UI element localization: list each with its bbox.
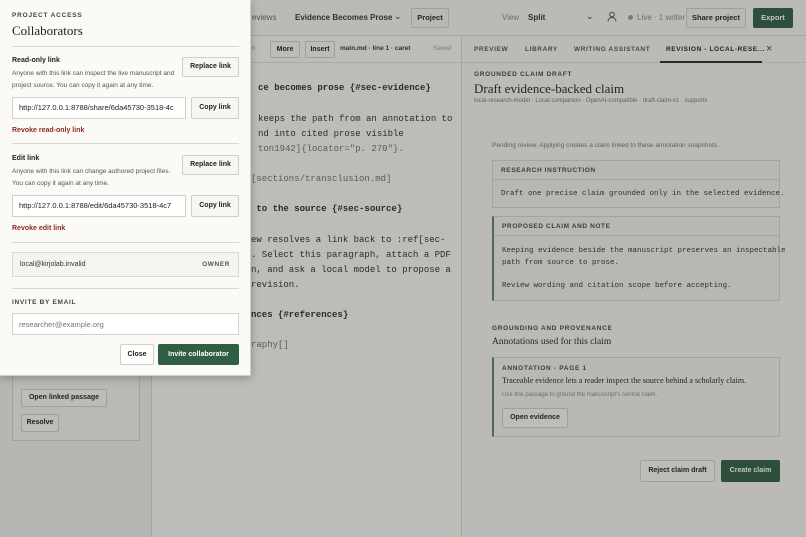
app-window: eviews Evidence Becomes Prose ⌄ Project …	[0, 0, 806, 537]
owner-email: local@kirjolab.invalid	[20, 261, 86, 268]
readonly-link-field[interactable]: http://127.0.0.1:8788/share/6da45730-351…	[12, 97, 186, 119]
invite-email-input[interactable]	[12, 313, 239, 335]
divider	[12, 242, 239, 243]
replace-edit-link-button[interactable]: Replace link	[182, 155, 239, 175]
invite-label: INVITE BY EMAIL	[12, 299, 77, 306]
copy-readonly-link-button[interactable]: Copy link	[191, 97, 239, 119]
revoke-edit-link[interactable]: Revoke edit link	[12, 225, 65, 232]
replace-readonly-link-button[interactable]: Replace link	[182, 57, 239, 77]
owner-row: local@kirjolab.invalid OWNER	[12, 252, 239, 277]
revoke-readonly-link[interactable]: Revoke read-only link	[12, 127, 84, 134]
close-dialog-button[interactable]: Close	[120, 344, 154, 365]
edit-link-field[interactable]: http://127.0.0.1:8788/edit/6da45730-3518…	[12, 195, 186, 217]
dialog-eyebrow: PROJECT ACCESS	[12, 12, 83, 19]
edit-link-label: Edit link	[12, 155, 40, 162]
divider	[12, 143, 239, 144]
collaborators-dialog: PROJECT ACCESS Collaborators Read-only l…	[0, 0, 251, 376]
divider	[12, 288, 239, 289]
copy-edit-link-button[interactable]: Copy link	[191, 195, 239, 217]
edit-link-help: Anyone with this link can change authore…	[12, 168, 171, 187]
readonly-link-label: Read-only link	[12, 57, 60, 64]
dialog-title: Collaborators	[12, 23, 83, 38]
divider	[12, 46, 239, 47]
invite-collaborator-button[interactable]: Invite collaborator	[158, 344, 239, 365]
readonly-link-help: Anyone with this link can inspect the li…	[12, 70, 175, 89]
owner-role-badge: OWNER	[202, 261, 230, 268]
